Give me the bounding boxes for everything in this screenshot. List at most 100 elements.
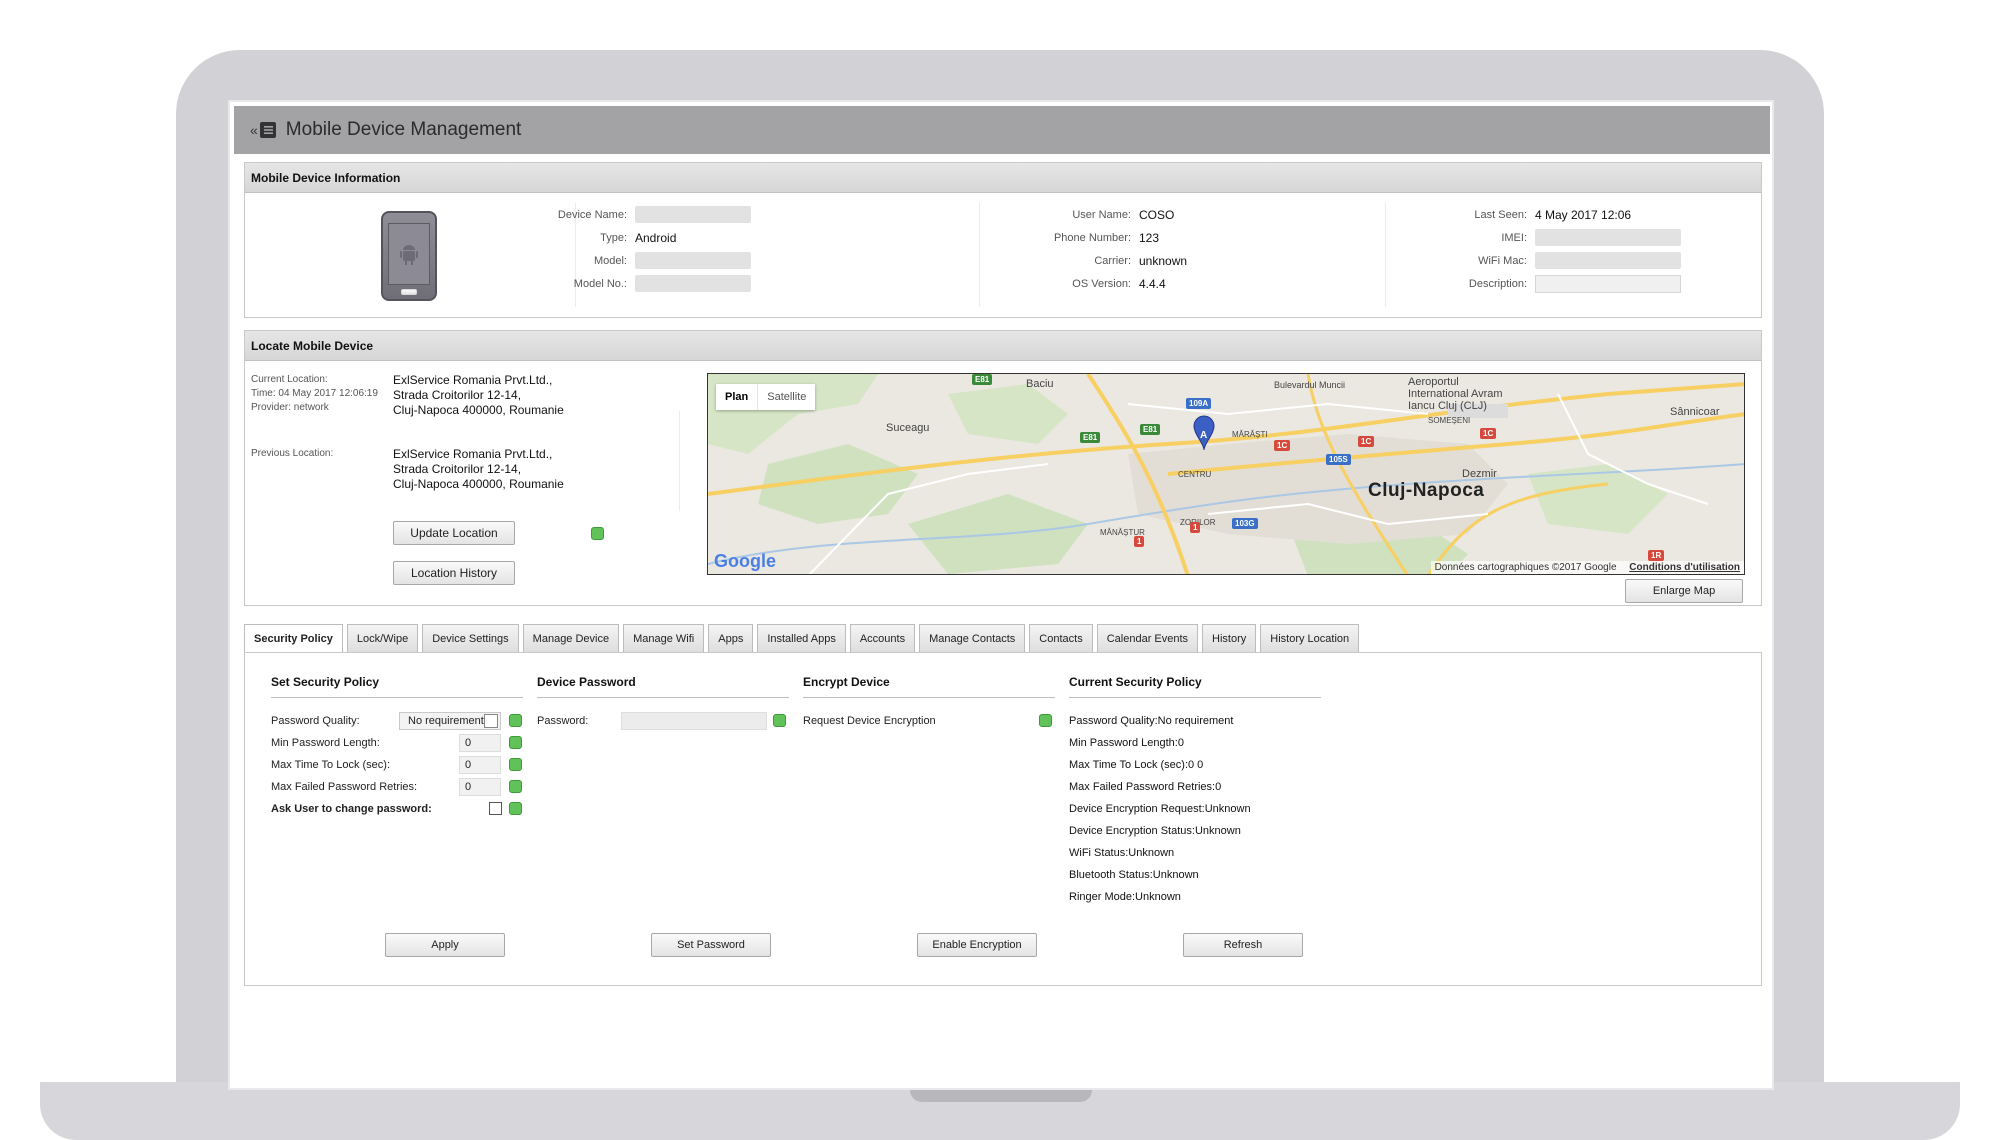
policy-line: Min Password Length:0 [1069, 737, 1184, 749]
map-place-label: Bulevardul Muncii [1274, 380, 1346, 390]
password-quality-label: Password Quality: [271, 715, 360, 727]
carrier-label: Carrier: [1094, 254, 1131, 267]
map-place-label: Sânnicoar [1670, 406, 1720, 418]
set-password-button[interactable]: Set Password [651, 933, 771, 957]
tab-accounts[interactable]: Accounts [849, 624, 916, 652]
description-field[interactable] [1535, 274, 1681, 293]
map-place-label: Aeroportul International Avram Iancu Clu… [1408, 376, 1503, 412]
tab-manage-contacts[interactable]: Manage Contacts [919, 624, 1026, 652]
road-badge: 1R [1648, 550, 1665, 561]
divider [679, 411, 680, 511]
last-seen-details: Last Seen: 4 May 2017 12:06 IMEI: WiFi Ma… [1445, 203, 1681, 295]
refresh-button[interactable]: Refresh [1183, 933, 1303, 957]
plan-button[interactable]: Plan [716, 384, 757, 410]
phone-number-label: Phone Number: [1053, 231, 1131, 244]
map-terms-link[interactable]: Conditions d'utilisation [1629, 562, 1740, 573]
policy-line: WiFi Status:Unknown [1069, 847, 1175, 859]
road-badge: 1C [1480, 428, 1497, 439]
description-label: Description: [1468, 277, 1527, 290]
user-name-value: COSO [1139, 207, 1175, 222]
current-location-label: Current Location: [251, 374, 328, 385]
password-input[interactable] [621, 712, 767, 730]
current-location-meta: Current Location: Time: 04 May 2017 12:0… [251, 373, 378, 415]
password-label: Password: [537, 715, 589, 727]
max-time-to-lock-label: Max Time To Lock (sec): [271, 759, 390, 771]
location-history-button[interactable]: Location History [393, 561, 515, 585]
road-badge: 105S [1326, 454, 1351, 465]
imei-value [1535, 229, 1681, 246]
map-place-label: MĂRĂȘTI [1232, 430, 1268, 439]
max-time-to-lock-input[interactable]: 0 [459, 756, 501, 774]
tab-manage-device[interactable]: Manage Device [522, 624, 620, 652]
max-failed-retries-input[interactable]: 0 [459, 778, 501, 796]
hamburger-menu-icon [259, 122, 276, 138]
ask-change-password-label: Ask User to change password: [271, 803, 432, 815]
set-security-policy-section: Set Security Policy Password Quality: No… [271, 675, 523, 820]
location-map[interactable]: Plan Satellite A Baciu Suceagu Bulevardu… [707, 373, 1745, 575]
locate-heading: Locate Mobile Device [245, 331, 1761, 361]
road-badge: E81 [1140, 424, 1161, 435]
tab-calendar-events[interactable]: Calendar Events [1096, 624, 1199, 652]
road-badge: 109A [1186, 398, 1212, 409]
set-security-policy-heading: Set Security Policy [271, 675, 523, 698]
min-password-length-input[interactable]: 0 [459, 734, 501, 752]
user-details: User Name: COSO Phone Number: 123 Carrier:… [1045, 203, 1187, 295]
tab-history[interactable]: History [1202, 624, 1257, 652]
pin-label: A [1200, 430, 1208, 441]
phone-number-value: 123 [1139, 230, 1160, 245]
tab-installed-apps[interactable]: Installed Apps [757, 624, 846, 652]
ask-change-password-checkbox[interactable] [489, 802, 502, 815]
device-name-label: Device Name: [557, 208, 627, 221]
address-line: Cluj-Napoca 400000, Roumanie [393, 403, 564, 417]
policy-line: Password Quality:No requirement [1069, 715, 1234, 727]
policy-line: Ringer Mode:Unknown [1069, 891, 1181, 903]
tab-manage-wifi[interactable]: Manage Wifi [623, 624, 705, 652]
tab-device-settings[interactable]: Device Settings [422, 624, 519, 652]
location-provider: Provider: network [251, 402, 329, 413]
imei-label: IMEI: [1501, 231, 1527, 244]
satellite-button[interactable]: Satellite [757, 384, 815, 410]
road-badge: 1 [1190, 522, 1201, 533]
request-encryption-label: Request Device Encryption [803, 715, 936, 727]
road-badge: 103G [1232, 518, 1258, 529]
tab-contacts[interactable]: Contacts [1029, 624, 1093, 652]
status-indicator [509, 802, 522, 815]
enlarge-map-button[interactable]: Enlarge Map [1625, 579, 1743, 603]
update-status-indicator [591, 527, 604, 540]
address-line: Strada Croitorilor 12-14, [393, 388, 522, 402]
map-attribution: Données cartographiques ©2017 Google Con… [1430, 561, 1744, 574]
road-badge: 1C [1358, 436, 1375, 447]
update-location-button[interactable]: Update Location [393, 521, 515, 545]
map-type-toggle: Plan Satellite [716, 384, 816, 410]
password-quality-select[interactable]: No requirement [399, 712, 501, 730]
wifi-mac-label: WiFi Mac: [1478, 254, 1527, 267]
menu-toggle[interactable]: « [250, 122, 276, 138]
tab-security-policy[interactable]: Security Policy [244, 624, 343, 653]
device-name-value [635, 206, 751, 223]
tab-apps[interactable]: Apps [708, 624, 754, 652]
status-indicator [1039, 714, 1052, 727]
map-place-label: Dezmir [1462, 468, 1497, 480]
device-info-heading: Mobile Device Information [245, 163, 1761, 193]
apply-button[interactable]: Apply [385, 933, 505, 957]
policy-line: Bluetooth Status:Unknown [1069, 869, 1199, 881]
map-city-label: Cluj-Napoca [1368, 480, 1485, 501]
last-seen-value: 4 May 2017 12:06 [1535, 207, 1632, 222]
address-line: Strada Croitorilor 12-14, [393, 462, 522, 476]
current-security-policy-section: Current Security Policy Password Quality… [1069, 675, 1321, 908]
location-time: Time: 04 May 2017 12:06:19 [251, 388, 378, 399]
previous-location-label: Previous Location: [251, 448, 334, 459]
model-no-label: Model No.: [573, 277, 627, 290]
min-password-length-label: Min Password Length: [271, 737, 380, 749]
tab-history-location[interactable]: History Location [1260, 624, 1360, 652]
enable-encryption-button[interactable]: Enable Encryption [917, 933, 1037, 957]
map-attribution-text: Données cartographiques ©2017 Google [1434, 562, 1617, 573]
model-no-value [635, 275, 751, 292]
road-badge: E81 [1080, 432, 1101, 443]
type-label: Type: [600, 231, 627, 244]
map-place-label: SOMEȘENI [1428, 416, 1471, 425]
chevron-down-icon [484, 714, 498, 728]
status-indicator [509, 714, 522, 727]
tab-lock-wipe[interactable]: Lock/Wipe [346, 624, 419, 652]
model-label: Model: [593, 254, 627, 267]
